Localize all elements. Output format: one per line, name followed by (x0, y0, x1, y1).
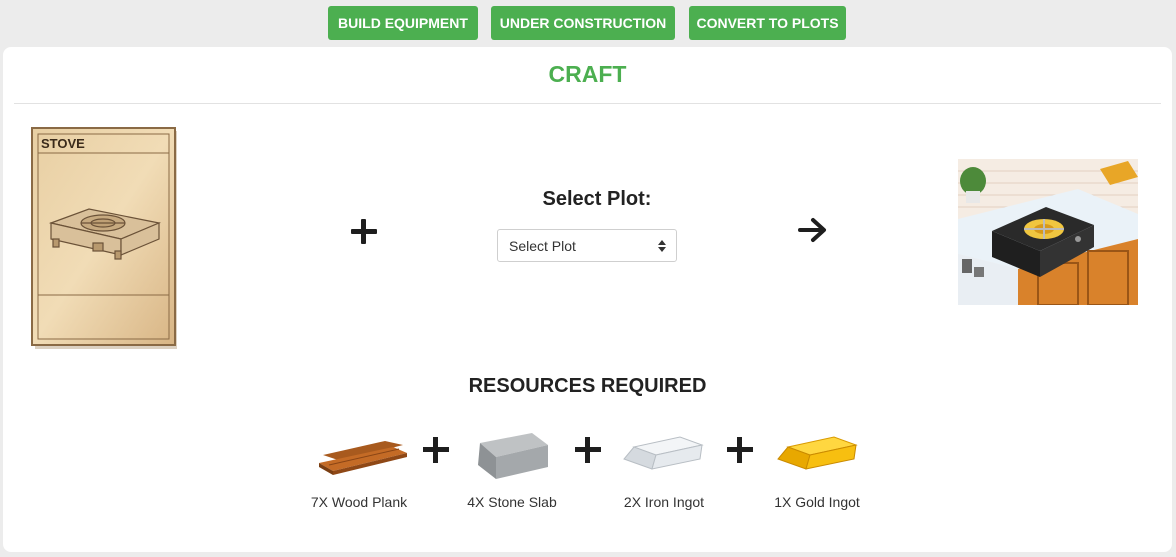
stove-result-image (958, 159, 1138, 305)
convert-to-plots-button[interactable]: CONVERT TO PLOTS (689, 6, 846, 40)
resource-label-gold: 1X Gold Ingot (774, 494, 860, 510)
wood-plank-icon (319, 441, 407, 475)
parchment-card-icon (31, 127, 177, 349)
dropdown-arrows-icon (658, 240, 666, 252)
select-plot-value: Select Plot (509, 237, 576, 254)
plus-icon (351, 217, 381, 247)
gold-ingot-icon (777, 436, 858, 470)
plus-icon (423, 436, 451, 464)
resource-label-stone: 4X Stone Slab (467, 494, 557, 510)
stone-slab-icon (478, 433, 548, 479)
resource-iron-ingot (619, 427, 709, 482)
divider (14, 103, 1161, 104)
resource-wood-plank (311, 427, 415, 482)
stove-blueprint-card[interactable]: STOVE (31, 127, 179, 351)
iron-ingot-icon (623, 436, 704, 470)
craft-title: CRAFT (548, 61, 627, 87)
build-equipment-button[interactable]: BUILD EQUIPMENT (328, 6, 478, 40)
top-action-bar: BUILD EQUIPMENT UNDER CONSTRUCTION CONVE… (0, 6, 1176, 40)
card-name: STOVE (41, 136, 85, 151)
resource-label-wood: 7X Wood Plank (310, 494, 408, 510)
plus-icon (727, 436, 755, 464)
resource-stone-slab (467, 427, 557, 488)
select-plot-label: Select Plot: (542, 188, 652, 210)
resource-gold-ingot (773, 427, 863, 482)
resources-required-title: RESOURCES REQUIRED (468, 375, 707, 397)
arrow-right-icon (798, 218, 826, 242)
under-construction-button[interactable]: UNDER CONSTRUCTION (491, 6, 675, 40)
select-plot-dropdown[interactable]: Select Plot (497, 229, 677, 262)
plus-icon (575, 436, 603, 464)
craft-panel: CRAFT STOVE Select Plot: Select Plot RES… (3, 47, 1172, 552)
resource-label-iron: 2X Iron Ingot (623, 494, 705, 510)
